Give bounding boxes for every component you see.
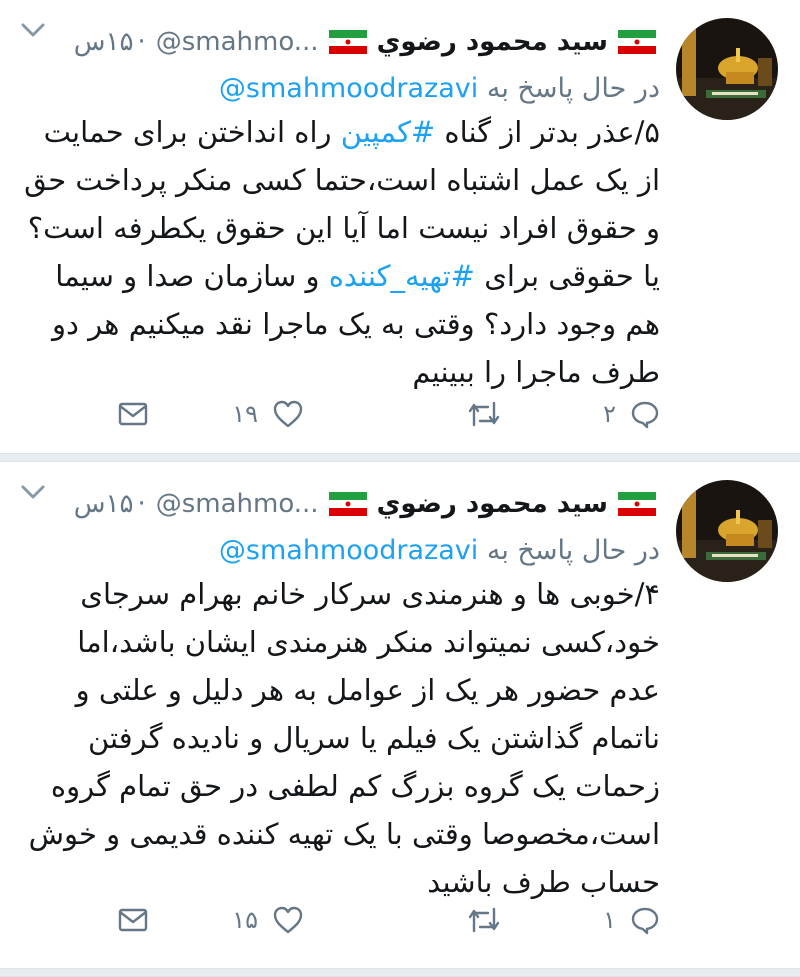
retweet-button[interactable] — [466, 394, 502, 434]
iran-flag-icon — [328, 30, 367, 54]
replying-to: در حال پاسخ به @smahmoodrazavi — [20, 66, 660, 112]
separator-dot: · — [137, 489, 146, 519]
heart-icon — [273, 400, 303, 428]
display-name[interactable]: سید محمود رضوي — [377, 27, 608, 57]
tweet-header: سید محمود رضوي @smahmo... · ۱۵س — [20, 482, 660, 526]
display-name[interactable]: سید محمود رضوي — [377, 489, 608, 519]
retweet-icon — [468, 401, 500, 427]
tweet-1[interactable]: سید محمود رضوي @smahmo... · ۱۵س در حال پ… — [0, 0, 800, 453]
chevron-down-icon[interactable] — [20, 482, 46, 502]
envelope-icon — [118, 908, 148, 932]
like-button[interactable]: ۱۵ — [232, 900, 304, 940]
hashtag-link[interactable]: #کمپین — [341, 115, 435, 149]
tweet-text: ۵/عذر بدتر از گناه #کمپین راه انداختن بر… — [20, 108, 660, 396]
dm-button[interactable] — [118, 900, 148, 940]
iran-flag-icon — [328, 492, 367, 516]
tweet-text-part: ۵/عذر بدتر از گناه — [435, 115, 660, 149]
iran-flag-icon — [618, 492, 656, 516]
reply-count: ۲ — [603, 400, 616, 428]
tweet-header: سید محمود رضوي @smahmo... · ۱۵س — [20, 20, 660, 64]
tweet-text: ۴/خوبی ها و هنرمندی سرکار خانم بهرام سرج… — [28, 577, 660, 899]
heart-icon — [273, 906, 303, 934]
iran-flag-icon — [618, 30, 656, 54]
reply-icon — [631, 907, 659, 935]
reply-handle-link[interactable]: @smahmoodrazavi — [219, 535, 478, 566]
tweet-time[interactable]: ۱۵س — [74, 27, 134, 57]
user-handle[interactable]: @smahmo... — [156, 27, 319, 57]
tweet-2[interactable]: سید محمود رضوي @smahmo... · ۱۵س در حال پ… — [0, 462, 800, 968]
retweet-icon — [468, 907, 500, 933]
tweet-time[interactable]: ۱۵س — [74, 489, 134, 519]
avatar[interactable] — [676, 480, 778, 582]
reply-icon — [631, 401, 659, 429]
avatar[interactable] — [676, 18, 778, 120]
separator-dot: · — [137, 27, 146, 57]
dm-button[interactable] — [118, 394, 148, 434]
reply-button[interactable]: ۲ — [603, 394, 660, 434]
envelope-icon — [118, 402, 148, 426]
like-count: ۱۵ — [232, 906, 258, 934]
replying-to: در حال پاسخ به @smahmoodrazavi — [20, 528, 660, 574]
tweet-actions: ۲ ۱۹ — [110, 394, 660, 434]
reply-prefix: در حال پاسخ به — [486, 73, 660, 104]
reply-count: ۱ — [603, 906, 616, 934]
user-handle[interactable]: @smahmo... — [156, 489, 319, 519]
tweet-divider — [0, 968, 800, 977]
tweet-actions: ۱ ۱۵ — [110, 900, 660, 940]
retweet-button[interactable] — [466, 900, 502, 940]
reply-prefix: در حال پاسخ به — [486, 535, 660, 566]
hashtag-link[interactable]: #تهیه_کننده — [329, 259, 475, 293]
tweet-divider — [0, 453, 800, 462]
reply-handle-link[interactable]: @smahmoodrazavi — [219, 73, 478, 104]
reply-button[interactable]: ۱ — [603, 900, 660, 940]
like-count: ۱۹ — [232, 400, 258, 428]
like-button[interactable]: ۱۹ — [232, 394, 304, 434]
chevron-down-icon[interactable] — [20, 20, 46, 40]
